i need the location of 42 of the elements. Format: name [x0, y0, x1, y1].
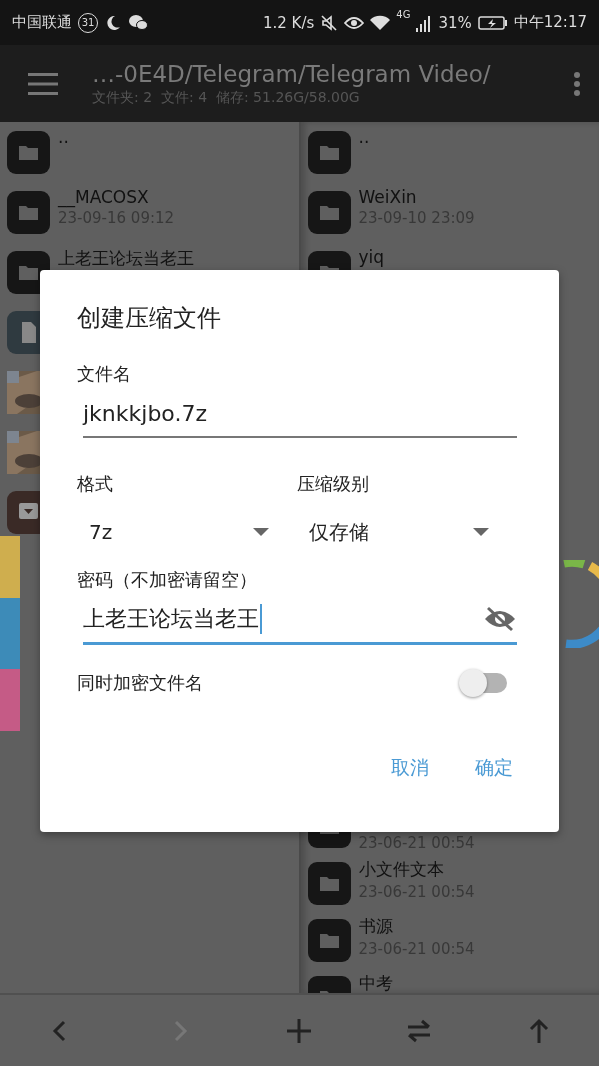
file-name: 书源 — [358, 915, 394, 938]
filename-field[interactable]: jknkkjbo.7z — [83, 390, 517, 438]
file-name: 小文件文本 — [358, 858, 445, 881]
level-dropdown[interactable]: 仅存储 — [297, 512, 497, 552]
eye-icon — [344, 14, 365, 31]
field-label: 密码（不加密请留空） — [77, 568, 258, 592]
menu-icon[interactable] — [28, 72, 58, 95]
folder-icon — [307, 862, 351, 905]
battery-icon — [477, 15, 508, 30]
dropdown-caret-icon — [473, 528, 489, 536]
file-name: __MACOSX — [58, 187, 150, 207]
file-name: yiq — [358, 247, 385, 267]
dialog-title: 创建压缩文件 — [77, 303, 222, 334]
battery-percent: 31% — [438, 13, 472, 32]
file-name: 上老王论坛当老王 — [58, 247, 194, 270]
folder-icon — [307, 191, 351, 234]
network-speed: 1.2 K/s — [262, 13, 315, 32]
field-label: 文件名 — [77, 362, 132, 386]
password-field[interactable]: 上老王论坛当老王 — [83, 596, 517, 645]
wifi-icon — [370, 14, 391, 31]
mute-icon — [320, 13, 339, 32]
moon-icon — [104, 13, 122, 32]
folder-icon — [307, 919, 351, 962]
clock: 中午12:17 — [513, 13, 587, 32]
folder-icon — [7, 131, 50, 174]
chat-icon — [128, 14, 148, 31]
carrier-name: 中国联通 — [12, 13, 72, 32]
dropdown-caret-icon — [253, 528, 269, 536]
folder-path: …-0E4D/Telegram/Telegram Video/ — [92, 60, 492, 87]
network-type: 4G — [396, 9, 411, 20]
file-name: .. — [358, 127, 370, 147]
folder-icon — [307, 131, 351, 174]
toggle-label: 同时加密文件名 — [77, 671, 203, 695]
field-label: 压缩级别 — [297, 472, 370, 496]
file-name: WeiXin — [358, 187, 418, 207]
folder-icon — [7, 191, 50, 234]
eye-slash-icon[interactable] — [483, 606, 517, 632]
file-name: .. — [58, 127, 69, 147]
more-icon[interactable] — [573, 70, 581, 97]
field-label: 格式 — [77, 472, 114, 496]
file-name: 中考 — [358, 972, 393, 993]
format-dropdown[interactable]: 7z — [77, 512, 277, 552]
